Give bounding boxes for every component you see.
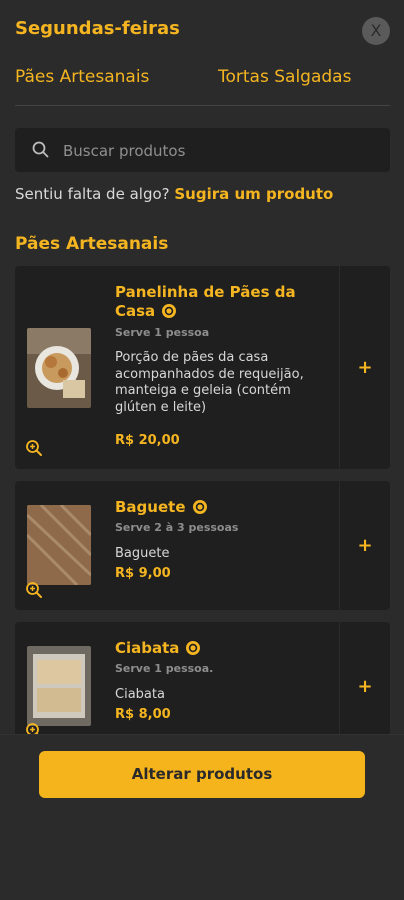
featured-badge-icon [162,304,177,318]
section-title: Pães Artesanais [15,234,169,254]
suggest-product-link[interactable]: Sugira um produto [174,185,333,203]
suggest-text: Sentiu falta de algo? [15,185,175,203]
page-title: Segundas-feiras [15,18,180,39]
add-product-button[interactable]: + [339,622,390,734]
featured-badge-icon [192,500,207,514]
category-tabs: Pães Artesanais Tortas Salgadas [15,65,390,106]
footer-divider [0,734,404,735]
product-description: Ciabata [115,687,165,702]
close-button[interactable]: X [362,17,390,45]
product-name: Ciabata [115,639,305,658]
zoom-icon[interactable] [25,581,43,599]
featured-badge-icon [186,641,201,655]
zoom-icon[interactable] [25,722,43,734]
search-icon [32,141,49,158]
product-card: Panelinha de Pães da Casa Serve 1 pessoa… [15,266,390,469]
add-product-button[interactable]: + [339,481,390,610]
product-name-text: Panelinha de Pães da Casa [115,283,296,320]
product-image [27,646,91,726]
product-serves: Serve 2 à 3 pessoas [115,521,239,534]
search-input[interactable] [61,138,365,164]
product-name-text: Baguete [115,498,186,516]
product-image [27,328,91,408]
product-price: R$ 9,00 [115,566,171,581]
zoom-icon[interactable] [25,439,43,457]
product-name: Baguete [115,498,305,517]
add-product-button[interactable]: + [339,266,390,469]
alter-products-button[interactable]: Alterar produtos [39,751,365,798]
product-price: R$ 20,00 [115,433,180,448]
search-bar [15,128,390,172]
product-serves: Serve 1 pessoa [115,326,210,339]
product-card: Baguete Serve 2 à 3 pessoas Baguete R$ 9… [15,481,390,610]
footer: Alterar produtos [0,734,404,900]
product-serves: Serve 1 pessoa. [115,662,214,675]
suggest-product-line: Sentiu falta de algo? Sugira um produto [15,185,333,203]
product-name: Panelinha de Pães da Casa [115,283,305,321]
product-details[interactable]: Baguete Serve 2 à 3 pessoas Baguete R$ 9… [15,481,339,610]
product-description: Baguete [115,546,170,561]
product-list[interactable]: Panelinha de Pães da Casa Serve 1 pessoa… [0,266,404,734]
product-price: R$ 8,00 [115,707,171,722]
header: Segundas-feiras X [0,0,404,60]
product-image [27,505,91,585]
tab-tortas-salgadas[interactable]: Tortas Salgadas [218,67,351,87]
product-name-text: Ciabata [115,639,180,657]
product-details[interactable]: Ciabata Serve 1 pessoa. Ciabata R$ 8,00 [15,622,339,734]
tab-paes-artesanais[interactable]: Pães Artesanais [15,67,149,87]
product-details[interactable]: Panelinha de Pães da Casa Serve 1 pessoa… [15,266,339,469]
product-card: Ciabata Serve 1 pessoa. Ciabata R$ 8,00 … [15,622,390,734]
product-description: Porção de pães da casa acompanhados de r… [115,350,304,415]
